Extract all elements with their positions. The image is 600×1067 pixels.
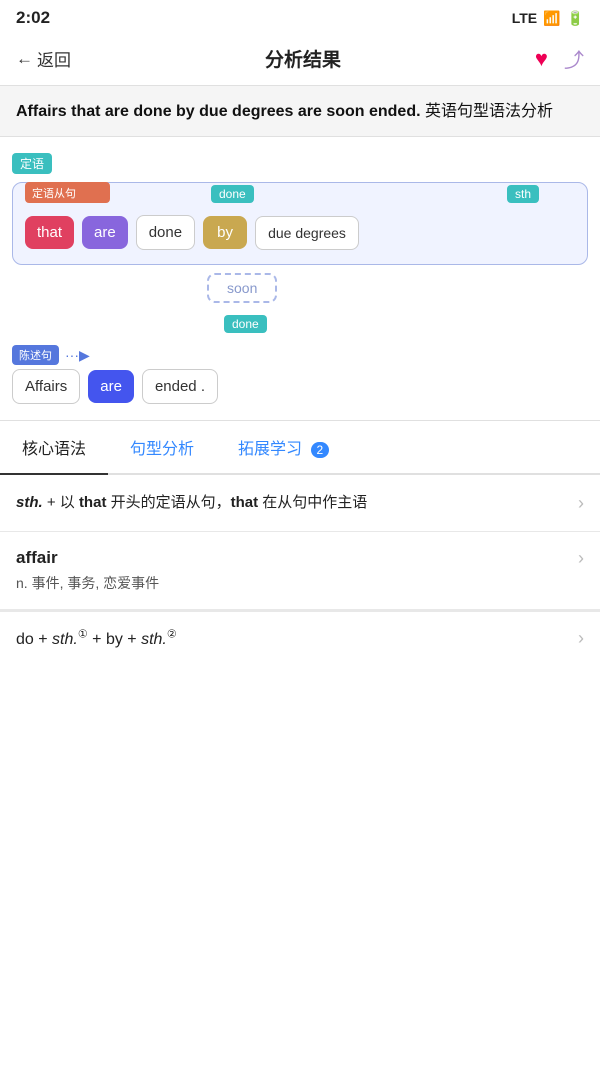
- grammar-card-chevron: ›: [578, 493, 584, 514]
- word-by[interactable]: by: [203, 216, 247, 249]
- page-title: 分析结果: [265, 45, 341, 72]
- word-entry-section: affair › n. 事件, 事务, 恋爱事件: [0, 532, 600, 611]
- sth-tag: sth: [507, 185, 539, 203]
- word-affairs[interactable]: Affairs: [12, 369, 80, 404]
- favorite-button[interactable]: ♥: [535, 46, 548, 72]
- tab-sentence-analysis[interactable]: 句型分析: [108, 421, 216, 475]
- tabs-bar: 核心语法 句型分析 拓展学习 2: [0, 421, 600, 475]
- back-button[interactable]: ← 返回: [16, 46, 71, 71]
- word-that[interactable]: that: [25, 216, 74, 249]
- grammar-card-text: sth. + 以 that 开头的定语从句，that 在从句中作主语: [16, 491, 570, 515]
- formula-text: do + sth.① + by + sth.②: [16, 628, 177, 649]
- sentence-label: 英语句型语法分析: [425, 103, 553, 120]
- battery-icon: 🔋: [567, 10, 584, 27]
- signal-icon: 📶: [543, 10, 560, 27]
- word-due-degrees[interactable]: due degrees: [255, 216, 359, 250]
- word-chevron: ›: [578, 548, 584, 569]
- chensuju-arrow: ···▶: [65, 347, 90, 364]
- chensuju-label-row: 陈述句 ···▶: [12, 345, 588, 365]
- done-tag-2: done: [224, 315, 267, 333]
- word-done[interactable]: done: [136, 215, 195, 250]
- header-icons: ♥ ⤴: [535, 44, 584, 73]
- chensuju-tag: 陈述句: [12, 345, 59, 365]
- network-label: LTE: [512, 10, 537, 26]
- status-time: 2:02: [16, 8, 50, 28]
- status-bar: 2:02 LTE 📶 🔋: [0, 0, 600, 34]
- sentence-section: Affairs that are done by due degrees are…: [0, 86, 600, 137]
- grammar-card[interactable]: sth. + 以 that 开头的定语从句，that 在从句中作主语 ›: [0, 475, 600, 532]
- clause-arrow: ⟶: [83, 184, 103, 201]
- status-right: LTE 📶 🔋: [512, 10, 584, 27]
- formula-chevron: ›: [578, 628, 584, 649]
- sentence-bold: Affairs that are done by due degrees are…: [16, 103, 421, 120]
- done-label-top: done: [211, 185, 254, 203]
- dingyu-label: 定语: [12, 153, 588, 182]
- sentence-text: Affairs that are done by due degrees are…: [16, 100, 584, 124]
- dingyu-tag: 定语: [12, 153, 52, 174]
- formula-card[interactable]: do + sth.① + by + sth.② ›: [0, 611, 600, 665]
- word-affair-header: affair: [16, 548, 58, 568]
- sth-label-top: sth: [507, 185, 539, 203]
- soon-label: soon: [227, 280, 257, 296]
- word-definition: n. 事件, 事务, 恋爱事件: [0, 573, 600, 610]
- done-tag-1: done: [211, 185, 254, 203]
- relative-clause-box: 定语从句 ⟶ done sth that are done by due deg…: [12, 182, 588, 265]
- word-affair-card[interactable]: affair ›: [0, 532, 600, 573]
- word-are[interactable]: are: [82, 216, 128, 249]
- main-words-row: Affairs are ended .: [12, 369, 588, 404]
- word-ended[interactable]: ended .: [142, 369, 218, 404]
- tab-expand-learning[interactable]: 拓展学习 2: [216, 421, 351, 475]
- clause-words-row: that are done by due degrees: [25, 215, 575, 250]
- diagram-section: 定语 定语从句 ⟶ done sth that are done by: [0, 137, 600, 421]
- dingyucongju-tag: 定语从句 ⟶: [25, 182, 110, 203]
- header: ← 返回 分析结果 ♥ ⤴: [0, 34, 600, 86]
- share-button[interactable]: ⤴: [564, 44, 584, 73]
- done-label-2: done: [224, 315, 267, 333]
- word-are-main[interactable]: are: [88, 370, 134, 403]
- grammar-sth-prefix: sth.: [16, 494, 43, 511]
- back-label: 返回: [37, 46, 71, 71]
- diagram-container: 定语 定语从句 ⟶ done sth that are done by: [12, 153, 588, 404]
- back-arrow-icon: ←: [16, 49, 33, 69]
- tab-badge: 2: [311, 442, 330, 458]
- main-clause-area: soon done 陈述句 ···▶ Affairs are ended .: [12, 273, 588, 404]
- tab-core-grammar[interactable]: 核心语法: [0, 421, 108, 475]
- soon-box: soon: [207, 273, 277, 303]
